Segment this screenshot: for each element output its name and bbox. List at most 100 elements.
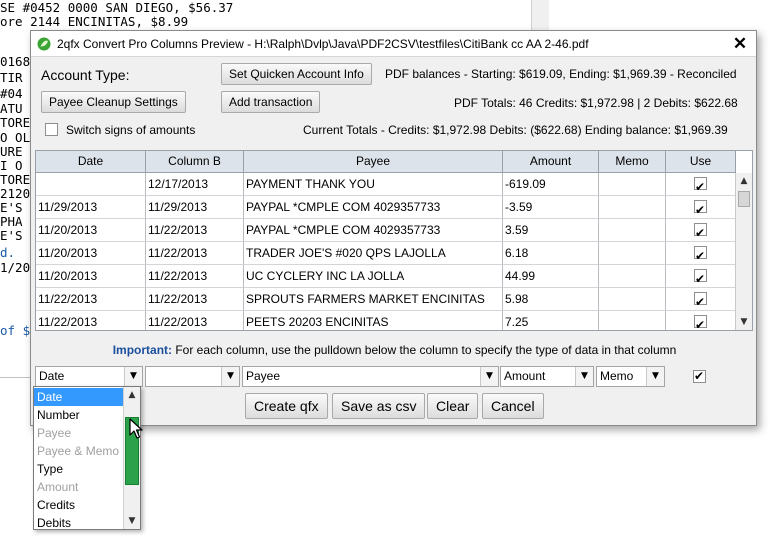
header-payee[interactable]: Payee <box>244 151 503 173</box>
cell-use <box>666 311 736 330</box>
cell-payee[interactable]: PAYPAL *CMPLE COM 4029357733 <box>244 196 503 219</box>
chevron-down-icon[interactable]: ▼ <box>124 367 142 386</box>
cell-payee[interactable]: PAYPAL *CMPLE COM 4029357733 <box>244 219 503 242</box>
chevron-down-icon[interactable]: ▼ <box>480 367 498 386</box>
scroll-up-icon[interactable]: ▲ <box>736 173 752 189</box>
bg-text-line: TORE <box>0 172 31 187</box>
cell-payee[interactable]: PEETS 20203 ENCINITAS <box>244 311 503 330</box>
set-quicken-account-button[interactable]: Set Quicken Account Info <box>221 63 372 85</box>
header-date[interactable]: Date <box>36 151 146 173</box>
dropdown-scrollbar[interactable]: ▲ ▼ <box>123 387 140 529</box>
memo-column-type-select[interactable]: Memo ▼ <box>596 366 665 387</box>
cancel-button[interactable]: Cancel <box>482 393 544 419</box>
background-scrollbar[interactable] <box>531 0 549 30</box>
switch-signs-checkbox[interactable] <box>45 123 58 136</box>
cell-colb[interactable]: 11/22/2013 <box>146 265 244 288</box>
use-checkbox[interactable] <box>694 222 707 241</box>
save-csv-button[interactable]: Save as csv <box>332 393 426 419</box>
cell-colb[interactable]: 11/22/2013 <box>146 288 244 311</box>
dropdown-option-debits[interactable]: Debits <box>34 514 124 529</box>
close-icon[interactable]: ✕ <box>730 34 750 54</box>
pdf-totals-text: PDF Totals: 46 Credits: $1,972.98 | 2 De… <box>454 96 738 110</box>
cell-amount[interactable]: -3.59 <box>503 196 599 219</box>
amount-column-type-value: Amount <box>504 369 546 383</box>
table-scroll-thumb[interactable] <box>738 191 750 207</box>
cell-colb[interactable]: 11/22/2013 <box>146 311 244 330</box>
header-memo[interactable]: Memo <box>599 151 666 173</box>
cell-colb[interactable]: 11/29/2013 <box>146 196 244 219</box>
payee-cleanup-button[interactable]: Payee Cleanup Settings <box>41 91 186 113</box>
dropdown-option-amount: Amount <box>37 480 79 494</box>
scroll-down-icon[interactable]: ▼ <box>736 314 752 330</box>
bg-text-line: 2120 <box>0 186 31 201</box>
cell-date[interactable]: 11/20/2013 <box>36 219 146 242</box>
cell-date[interactable]: 11/20/2013 <box>36 242 146 265</box>
important-label: Important: <box>112 343 173 357</box>
header-use[interactable]: Use <box>666 151 736 173</box>
cell-amount[interactable]: 5.98 <box>503 288 599 311</box>
cell-date[interactable]: 11/22/2013 <box>36 311 146 330</box>
bg-text-line: URE <box>0 144 23 159</box>
cell-memo[interactable] <box>599 288 666 311</box>
use-checkbox[interactable] <box>694 176 707 195</box>
cell-amount[interactable]: 3.59 <box>503 219 599 242</box>
cell-amount[interactable]: 6.18 <box>503 242 599 265</box>
dropdown-option-number[interactable]: Number <box>34 406 124 424</box>
cell-date[interactable] <box>36 173 146 196</box>
bg-text-line: TORE <box>0 115 31 130</box>
cell-use <box>666 173 736 196</box>
cell-memo[interactable] <box>599 196 666 219</box>
dropdown-option-credits[interactable]: Credits <box>34 496 124 514</box>
clear-button[interactable]: Clear <box>427 393 479 419</box>
dropdown-option-date[interactable]: Date <box>34 388 124 406</box>
use-checkbox[interactable] <box>694 268 707 287</box>
bg-text-line: of $ <box>0 323 31 338</box>
use-checkbox[interactable] <box>694 291 707 310</box>
dropdown-option-type[interactable]: Type <box>34 460 124 478</box>
cell-date[interactable]: 11/22/2013 <box>36 288 146 311</box>
chevron-down-icon[interactable]: ▼ <box>221 367 239 386</box>
date-column-type-select[interactable]: Date ▼ <box>35 366 143 387</box>
use-checkbox[interactable] <box>694 245 707 264</box>
cell-payee[interactable]: PAYMENT THANK YOU <box>244 173 503 196</box>
cell-payee[interactable]: UC CYCLERY INC LA JOLLA <box>244 265 503 288</box>
chevron-down-icon[interactable]: ▼ <box>575 367 593 386</box>
add-transaction-button[interactable]: Add transaction <box>221 91 321 113</box>
cell-amount[interactable]: 7.25 <box>503 311 599 330</box>
header-amount[interactable]: Amount <box>503 151 599 173</box>
cell-payee[interactable]: SPROUTS FARMERS MARKET ENCINITAS <box>244 288 503 311</box>
important-note: Important: For each column, use the pull… <box>31 343 758 357</box>
cell-date[interactable]: 11/20/2013 <box>36 265 146 288</box>
cell-memo[interactable] <box>599 173 666 196</box>
cell-amount[interactable]: 44.99 <box>503 265 599 288</box>
cell-payee[interactable]: TRADER JOE'S #020 QPS LAJOLLA <box>244 242 503 265</box>
cell-date[interactable]: 11/29/2013 <box>36 196 146 219</box>
cell-colb[interactable]: 11/22/2013 <box>146 242 244 265</box>
scroll-down-icon[interactable]: ▼ <box>124 513 140 529</box>
amount-column-type-select[interactable]: Amount ▼ <box>500 366 594 387</box>
bg-text-line: SE #0452 0000 SAN DIEGO, $56.37 <box>0 0 234 15</box>
bg-text-line: 1/20 <box>0 260 31 275</box>
account-type-label: Account Type: <box>41 67 130 83</box>
date-column-type-value: Date <box>39 369 65 383</box>
use-checkbox[interactable] <box>694 314 707 330</box>
use-checkbox[interactable] <box>694 199 707 218</box>
scroll-up-icon[interactable]: ▲ <box>124 387 140 403</box>
chevron-down-icon[interactable]: ▼ <box>646 367 664 386</box>
title-bar[interactable]: 2qfx Convert Pro Columns Preview - H:\Ra… <box>31 31 756 57</box>
cell-memo[interactable] <box>599 265 666 288</box>
cell-amount[interactable]: -619.09 <box>503 173 599 196</box>
cell-memo[interactable] <box>599 311 666 330</box>
cell-colb[interactable]: 12/17/2013 <box>146 173 244 196</box>
cell-colb[interactable]: 11/22/2013 <box>146 219 244 242</box>
create-qfx-button[interactable]: Create qfx <box>245 393 328 419</box>
use-all-checkbox[interactable] <box>693 369 706 383</box>
switch-signs-label: Switch signs of amounts <box>66 123 196 137</box>
payee-column-type-select[interactable]: Payee ▼ <box>242 366 499 387</box>
table-vertical-scrollbar[interactable]: ▲ ▼ <box>735 173 752 330</box>
column-b-type-select[interactable]: ▼ <box>145 366 240 387</box>
cell-memo[interactable] <box>599 242 666 265</box>
cell-memo[interactable] <box>599 219 666 242</box>
header-column-b[interactable]: Column B <box>146 151 244 173</box>
window-title: 2qfx Convert Pro Columns Preview - H:\Ra… <box>57 37 589 51</box>
